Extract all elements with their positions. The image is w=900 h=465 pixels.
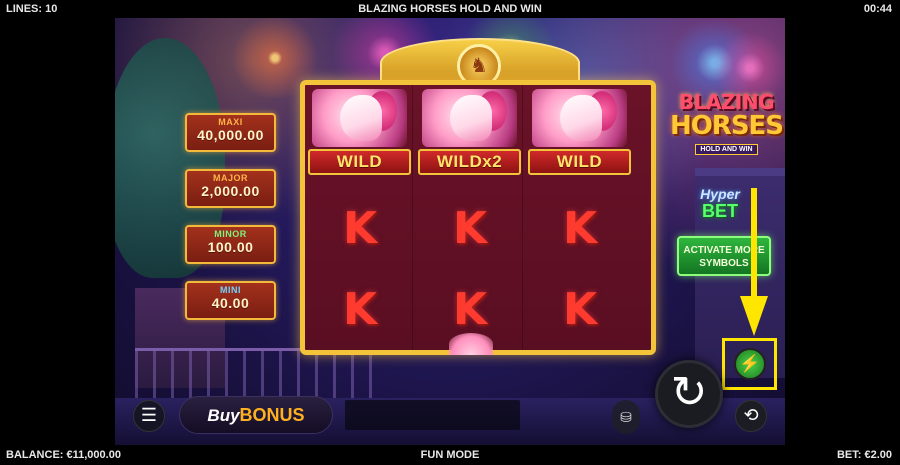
lightning-icon[interactable]: ⚡ (734, 348, 766, 380)
coin-stack-icon[interactable]: ⛁ (612, 400, 640, 434)
spin-arrow-icon: ↻ (670, 367, 708, 418)
bet-label: BET (702, 201, 738, 221)
jackpot-label: MAJOR (212, 173, 248, 183)
jackpot-minor: MINOR 100.00 (185, 225, 276, 264)
spin-button[interactable]: ↻ (655, 360, 723, 428)
hamburger-icon[interactable]: ☰ (133, 400, 165, 432)
reel-area: WILD K K WILDx2 K K WILD K K (300, 80, 656, 355)
hyper-label: Hyper (700, 186, 740, 202)
jackpot-value: 40.00 (211, 295, 250, 311)
k-symbol: K (562, 203, 598, 254)
bonus-label: BONUS (239, 405, 305, 425)
jackpot-label: MINOR (214, 229, 247, 239)
activate-line-2: SYMBOLS (699, 258, 749, 269)
clock: 00:44 (863, 3, 892, 15)
hyper-bet-logo: Hyper BET (685, 186, 755, 226)
autoplay-icon[interactable]: ⟲ (735, 400, 767, 432)
mode-label: FUN MODE (420, 449, 480, 461)
reel-1: WILD K K (306, 85, 413, 350)
k-symbol: K (452, 203, 488, 254)
horse-head (450, 95, 492, 141)
buy-label: Buy (207, 406, 240, 425)
k-symbol: K (342, 203, 378, 254)
logo-line-hold-and-win: HOLD AND WIN (695, 144, 758, 155)
jackpot-value: 40,000.00 (197, 127, 264, 143)
reel-2: WILDx2 K K (416, 85, 523, 355)
horse-head (340, 95, 382, 141)
jackpot-label: MINI (220, 285, 241, 295)
bet-amount: BET: €2.00 (836, 449, 892, 461)
buy-bonus-button[interactable]: BuyBONUS (179, 396, 333, 434)
game-title: BLAZING HORSES HOLD AND WIN (358, 3, 542, 15)
wild-label: WILD (528, 149, 631, 175)
k-symbol: K (452, 284, 488, 335)
bottom-status-bar: BALANCE: €11,000.00 FUN MODE BET: €2.00 (0, 445, 900, 465)
k-symbol: K (562, 284, 598, 335)
annotation-arrow (751, 188, 757, 298)
message-bar (345, 400, 520, 430)
jackpot-value: 100.00 (207, 239, 254, 255)
wild-label: WILD (308, 149, 411, 175)
jackpot-value: 2,000.00 (201, 183, 260, 199)
jackpot-major: MAJOR 2,000.00 (185, 169, 276, 208)
horse-wild-symbol (312, 89, 407, 147)
horse-head (560, 95, 602, 141)
jackpot-label: MAXI (218, 117, 243, 127)
logo-line-horses: HORSES (669, 111, 784, 141)
horse-wild-symbol (532, 89, 627, 147)
game-logo: BLAZING HORSES HOLD AND WIN (668, 90, 785, 160)
jackpot-mini: MINI 40.00 (185, 281, 276, 320)
reel-3: WILD K K (526, 85, 633, 350)
wild-label: WILDx2 (418, 149, 521, 175)
horse-wild-symbol (422, 89, 517, 147)
annotation-arrow-head (740, 296, 768, 336)
k-symbol: K (342, 284, 378, 335)
horse-symbol-peek (449, 333, 493, 355)
top-status-bar: LINES: 10 BLAZING HORSES HOLD AND WIN 00… (0, 0, 900, 18)
jackpot-maxi: MAXI 40,000.00 (185, 113, 276, 152)
game-stage: MAXI 40,000.00 MAJOR 2,000.00 MINOR 100.… (115, 18, 785, 445)
